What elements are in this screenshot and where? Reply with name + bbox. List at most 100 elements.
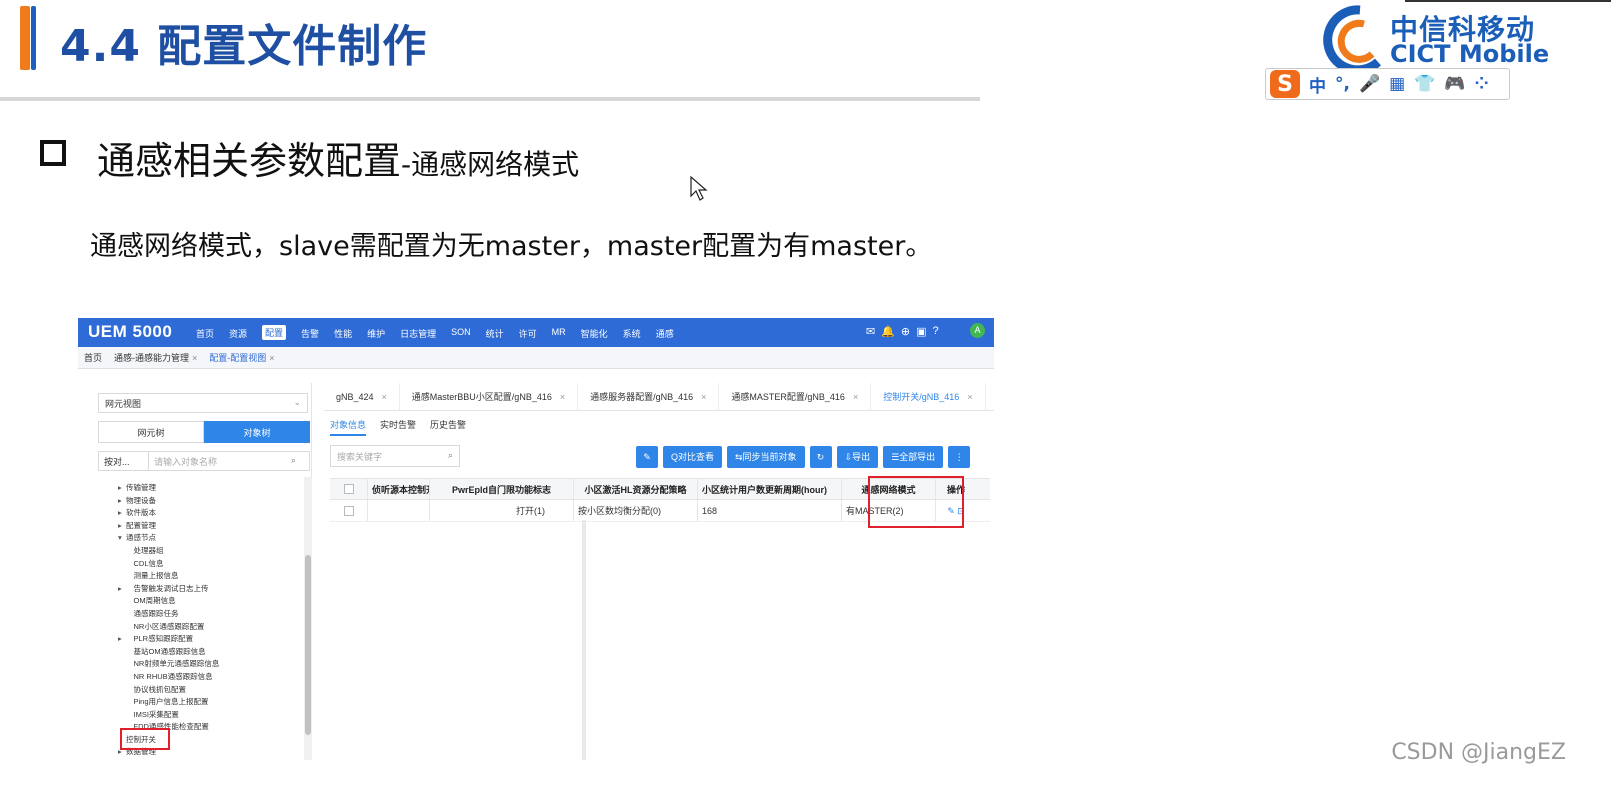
tree-item-label: IMSI采集配置 (126, 709, 179, 719)
breadcrumb-tab-sensing[interactable]: 通感-通感能力管理 × (114, 351, 197, 364)
tree-item[interactable]: 协议栈抓包配置 (118, 684, 298, 697)
subtab-object-info[interactable]: 对象信息 (330, 418, 367, 436)
column-header[interactable]: 侦听源本控制开关 (368, 479, 430, 499)
menu-item-resource[interactable]: 资源 (229, 327, 247, 340)
caret-right-icon[interactable]: ▸ (118, 495, 126, 508)
menu-item-performance[interactable]: 性能 (334, 327, 352, 340)
tree-item[interactable]: CDL信息 (118, 558, 298, 571)
caret-right-icon[interactable]: ▸ (118, 507, 126, 520)
subtab-realtime-alarm[interactable]: 实时告警 (380, 418, 416, 436)
tree-item[interactable]: NR小区通感跟踪配置 (118, 621, 298, 634)
help-icon[interactable]: ? (933, 325, 939, 338)
heading-main: 通感相关参数配置 (97, 139, 402, 183)
globe-icon[interactable]: ⊕ (901, 325, 910, 338)
ime-voice-icon[interactable]: 🎤 (1359, 74, 1380, 94)
caret-right-icon[interactable]: ▸ (118, 633, 126, 646)
search-icon[interactable]: ⌕ (448, 450, 453, 461)
export-all-button[interactable]: ☰全部导出 (883, 446, 944, 468)
edit-button[interactable]: ✎ (636, 446, 658, 468)
tree-item[interactable]: ▸ 告警触发调试日志上传 (118, 583, 298, 596)
refresh-button[interactable]: ↻ (809, 446, 832, 468)
ime-punctuation-icon[interactable]: °, (1335, 74, 1350, 94)
column-header[interactable]: PwrEpld自门限功能标志 (430, 479, 574, 499)
sogou-logo-icon[interactable]: S (1270, 70, 1300, 98)
caret-right-icon[interactable]: ▸ (118, 583, 126, 596)
menu-item-license[interactable]: 许可 (519, 327, 537, 340)
menu-item-son[interactable]: SON (451, 327, 471, 340)
column-header[interactable]: 小区激活HL资源分配策略 (574, 479, 698, 499)
tab-ne-tree[interactable]: 网元树 (98, 421, 204, 443)
menu-item-maintain[interactable]: 维护 (367, 327, 385, 340)
menu-item-sensing[interactable]: 通感 (656, 327, 674, 340)
ime-keyboard-icon[interactable]: ▦ (1389, 74, 1405, 94)
tree-item[interactable]: ▾ 通感节点 (118, 532, 298, 545)
keyword-search-input[interactable]: 搜索关键字 ⌕ (330, 445, 460, 467)
tree-item[interactable]: 基站OM通感跟踪信息 (118, 646, 298, 659)
tree-item[interactable]: ▸ 软件版本 (118, 507, 298, 520)
breadcrumb-home[interactable]: 首页 (84, 351, 102, 364)
more-button[interactable]: ⋮ (948, 446, 971, 468)
tree-item[interactable]: OM周期信息 (118, 595, 298, 608)
tab-control-switch[interactable]: 控制开关/gNB_416 × (871, 383, 986, 410)
tree-item[interactable]: IMSI采集配置 (118, 709, 298, 722)
tab-master-bbu-cell[interactable]: 通感MasterBBU小区配置/gNB_416 × (400, 383, 579, 410)
ime-game-icon[interactable]: 🎮 (1444, 74, 1465, 94)
tab-object-tree[interactable]: 对象树 (204, 421, 310, 443)
export-button[interactable]: ⇩导出 (836, 446, 879, 468)
tree-item[interactable]: ▸ 传输管理 (118, 482, 298, 495)
search-icon[interactable]: ⌕ (291, 452, 309, 470)
menu-item-alarm[interactable]: 告警 (301, 327, 319, 340)
close-icon[interactable]: × (382, 392, 387, 402)
input-method-toolbar[interactable]: S 中 °, 🎤 ▦ 👕 🎮 ⁘ (1265, 68, 1510, 100)
tree-item[interactable]: 处理器组 (118, 545, 298, 558)
menu-item-stats[interactable]: 统计 (486, 327, 504, 340)
tree-item[interactable]: 通感跟踪任务 (118, 608, 298, 621)
tree-item[interactable]: ▸ PLR感知跟踪配置 (118, 633, 298, 646)
tree-scrollbar[interactable] (304, 477, 312, 760)
tab-gnb-424[interactable]: gNB_424 × (324, 383, 400, 410)
tab-sensing-server[interactable]: 通感服务器配置/gNB_416 × (578, 383, 720, 410)
caret-right-icon[interactable]: ▸ (118, 482, 126, 495)
tree-item[interactable]: NR射频单元通感跟踪信息 (118, 658, 298, 671)
row-checkbox[interactable] (330, 500, 368, 521)
ime-toolbox-icon[interactable]: ⁘ (1475, 74, 1489, 94)
menu-item-config[interactable]: 配置 (262, 325, 287, 340)
breadcrumb-tab-config[interactable]: 配置-配置视图 × (209, 351, 274, 364)
mail-icon[interactable]: ✉ (866, 325, 875, 338)
menu-item-home[interactable]: 首页 (196, 327, 214, 340)
caret-right-icon[interactable]: ▸ (118, 520, 126, 533)
avatar[interactable]: A (970, 323, 985, 338)
search-kind-select[interactable]: 按对... (99, 452, 149, 470)
ime-chinese-mode-icon[interactable]: 中 (1309, 72, 1326, 97)
tree-search-input[interactable]: 请输入对象名称 (149, 452, 291, 470)
tree-item[interactable]: ▸ 物理设备 (118, 495, 298, 508)
menu-item-log[interactable]: 日志管理 (400, 327, 436, 340)
column-header[interactable]: 小区统计用户数更新周期(hour) (698, 479, 842, 499)
tree-item[interactable]: Ping用户信息上报配置 (118, 696, 298, 709)
tree-item[interactable]: 测量上报信息 (118, 570, 298, 583)
caret-down-icon[interactable]: ▾ (118, 532, 126, 545)
menu-item-system[interactable]: 系统 (623, 327, 641, 340)
tree-item[interactable]: ▸ 配置管理 (118, 520, 298, 533)
screen-icon[interactable]: ▣ (916, 325, 926, 338)
select-all-checkbox[interactable] (330, 479, 368, 499)
tree-item-label: 通感跟踪任务 (126, 608, 179, 618)
scrollbar-thumb[interactable] (305, 555, 311, 735)
sync-object-button[interactable]: ⇆同步当前对象 (727, 446, 805, 468)
menu-item-ai[interactable]: 智能化 (581, 327, 608, 340)
menu-item-mr[interactable]: MR (552, 327, 566, 340)
compare-button[interactable]: Q对比查看 (663, 446, 723, 468)
tree-item[interactable]: NR RHUB通感跟踪信息 (118, 671, 298, 684)
close-icon[interactable]: × (701, 392, 706, 402)
table-scrollbar[interactable] (582, 520, 586, 760)
close-icon[interactable]: × (560, 392, 565, 402)
close-icon[interactable]: × (192, 353, 197, 363)
close-icon[interactable]: × (269, 353, 274, 363)
close-icon[interactable]: × (967, 392, 972, 402)
tab-sensing-master[interactable]: 通感MASTER配置/gNB_416 × (719, 383, 872, 410)
close-icon[interactable]: × (853, 392, 858, 402)
ime-skin-icon[interactable]: 👕 (1414, 74, 1435, 94)
bell-icon[interactable]: 🔔 (881, 325, 895, 338)
view-select[interactable]: 网元视图 ⌄ (98, 393, 308, 413)
subtab-history-alarm[interactable]: 历史告警 (430, 418, 466, 436)
